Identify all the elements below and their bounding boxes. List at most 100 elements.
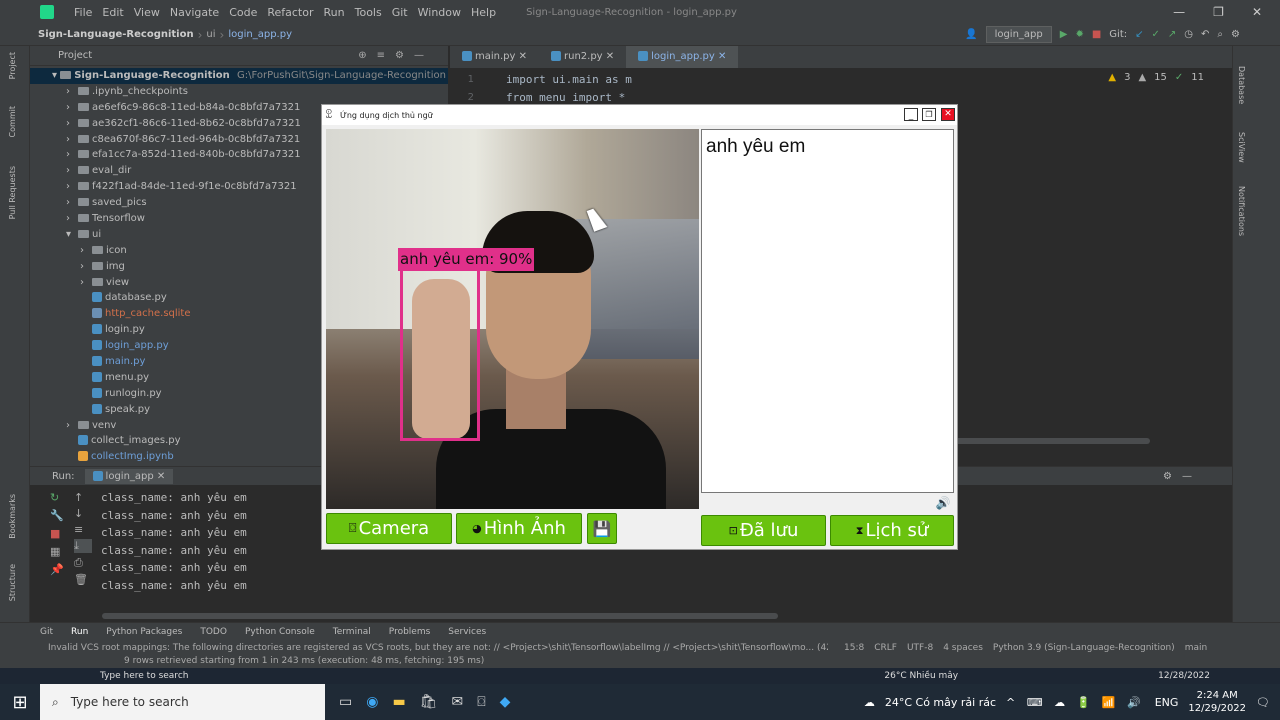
chevron-icon[interactable]: › (66, 147, 78, 163)
rerun-icon[interactable]: ↻ (50, 491, 70, 504)
weather-text[interactable]: 24°C Có mây rải rác (885, 696, 996, 709)
vscode-icon[interactable]: ◆ (500, 694, 511, 710)
chevron-icon[interactable]: › (66, 418, 78, 434)
status-item[interactable]: 4 spaces (943, 643, 983, 653)
git-push-icon[interactable]: ↗ (1168, 29, 1176, 40)
print-icon[interactable]: ⎙ (74, 556, 92, 570)
clock[interactable]: 2:24 AM 12/29/2022 (1188, 689, 1246, 715)
app-maximize-icon[interactable]: ❐ (922, 108, 936, 121)
chevron-icon[interactable]: › (66, 179, 78, 195)
search-icon[interactable]: ⌕ (1217, 29, 1223, 40)
wrench-icon[interactable]: 🔧 (50, 509, 70, 522)
history-button[interactable]: ⧗ Lịch sử (830, 515, 954, 546)
tab-main-py[interactable]: main.py ✕ (450, 46, 539, 68)
strip-tab-structure[interactable]: Structure (8, 564, 17, 601)
tool-window-run[interactable]: Run (71, 627, 88, 637)
console-output[interactable]: class_name: anh yêu em class_name: anh yê… (101, 489, 247, 595)
user-icon[interactable]: 👤 (965, 29, 977, 40)
status-item[interactable]: CRLF (874, 643, 897, 653)
result-textbox[interactable]: anh yêu em (701, 129, 954, 493)
tool-window-services[interactable]: Services (448, 627, 486, 637)
windows-start-icon[interactable]: ⊞ (0, 684, 40, 720)
chevron-icon[interactable]: › (66, 100, 78, 116)
tool-window-problems[interactable]: Problems (389, 627, 430, 637)
maximize-icon[interactable]: ❐ (1213, 5, 1224, 19)
settings-icon[interactable]: ⚙ (1231, 29, 1240, 40)
chevron-icon[interactable]: › (66, 163, 78, 179)
chevron-icon[interactable]: ▾ (66, 227, 78, 243)
menu-item-view[interactable]: View (134, 6, 160, 19)
run-settings-icon[interactable]: ⚙— (1163, 471, 1202, 482)
tool-window-git[interactable]: Git (40, 627, 53, 637)
tree-item[interactable]: › .ipynb_checkpoints (30, 84, 448, 100)
status-item[interactable]: Python 3.9 (Sign-Language-Recognition) (993, 643, 1175, 653)
saved-button[interactable]: ⊡ Đã lưu (701, 515, 826, 546)
run-tab[interactable]: login_app ✕ (84, 468, 174, 484)
chevron-icon[interactable]: › (80, 259, 92, 275)
tree-root[interactable]: ▾ Sign-Language-Recognition G:\ForPushGi… (30, 68, 448, 84)
edge-icon[interactable]: ◉ (366, 694, 378, 710)
strip-tab-bookmarks[interactable]: Bookmarks (8, 494, 17, 539)
status-item[interactable]: 15:8 (844, 643, 864, 653)
camera-button[interactable]: ⌼ Camera (326, 513, 452, 544)
menu-item-run[interactable]: Run (324, 6, 345, 19)
chevron-icon[interactable]: › (66, 211, 78, 227)
close-icon[interactable]: ✕ (1252, 5, 1262, 19)
soft-wrap-icon[interactable]: ≡ (74, 523, 92, 536)
app-close-icon[interactable]: ✕ (941, 108, 955, 121)
breadcrumb-file[interactable]: login_app.py (228, 29, 292, 40)
chevron-icon[interactable]: › (80, 243, 92, 259)
breadcrumb-ui[interactable]: ui (206, 29, 215, 40)
chevron-icon[interactable]: › (66, 132, 78, 148)
strip-tab-notifications[interactable]: Notifications (1237, 186, 1246, 236)
run-config-select[interactable]: login_app (985, 26, 1052, 43)
image-button[interactable]: ◕ Hình Ảnh (456, 513, 582, 544)
menu-item-navigate[interactable]: Navigate (170, 6, 219, 19)
stop-icon[interactable]: ■ (1092, 29, 1101, 40)
mail-icon[interactable]: ✉ (451, 694, 463, 710)
notifications-icon[interactable]: 🗨 (1256, 696, 1270, 709)
status-item[interactable]: main (1185, 643, 1208, 653)
menu-item-edit[interactable]: Edit (102, 6, 123, 19)
inspection-widget[interactable]: ▲ 3 ▲ 15 ✓ 11 (1108, 72, 1204, 83)
rollback-icon[interactable]: ↶ (1201, 29, 1209, 40)
menu-item-refactor[interactable]: Refactor (267, 6, 313, 19)
trash-icon[interactable]: 🗑 (74, 573, 92, 586)
console-scrollbar[interactable] (102, 613, 778, 619)
chevron-icon[interactable]: › (66, 84, 78, 100)
tool-window-python-packages[interactable]: Python Packages (106, 627, 182, 637)
scroll-end-icon[interactable]: ⤓ (74, 539, 92, 553)
menu-item-git[interactable]: Git (392, 6, 408, 19)
chevron-icon[interactable]: › (66, 195, 78, 211)
chevron-icon[interactable]: › (66, 116, 78, 132)
layout-icon[interactable]: ▦ (50, 545, 70, 558)
status-item[interactable]: UTF-8 (907, 643, 933, 653)
weather-icon[interactable]: ☁ (864, 696, 875, 709)
taskbar-search-box[interactable]: ⌕ Type here to search (40, 684, 325, 720)
strip-tab-sciview[interactable]: SciView (1237, 132, 1246, 163)
menu-item-file[interactable]: File (74, 6, 92, 19)
menu-item-window[interactable]: Window (418, 6, 461, 19)
strip-tab-commit[interactable]: Commit (8, 106, 17, 137)
camera-app-icon[interactable]: ⌼ (477, 694, 485, 710)
pin-icon[interactable]: 📌 (50, 563, 70, 576)
save-button[interactable]: 💾 (587, 513, 617, 544)
store-icon[interactable]: 🛍 (420, 694, 438, 710)
git-commit-icon[interactable]: ✓ (1152, 29, 1160, 40)
debug-icon[interactable]: ✹ (1075, 29, 1083, 40)
project-label[interactable]: Project (58, 50, 92, 61)
minimize-icon[interactable]: — (1173, 5, 1185, 19)
task-view-icon[interactable]: ▭ (339, 694, 352, 710)
tool-window-terminal[interactable]: Terminal (333, 627, 371, 637)
history-icon[interactable]: ◷ (1184, 29, 1193, 40)
status-message[interactable]: Invalid VCS root mappings: The following… (48, 643, 828, 653)
menu-item-code[interactable]: Code (229, 6, 257, 19)
tab-login-app-py[interactable]: login_app.py ✕ (626, 46, 739, 68)
git-update-icon[interactable]: ↙ (1135, 29, 1143, 40)
strip-tab-project[interactable]: Project (8, 52, 17, 79)
strip-tab-database[interactable]: Database (1237, 66, 1246, 104)
speaker-icon[interactable]: 🔊 (934, 496, 952, 512)
breadcrumb-root[interactable]: Sign-Language-Recognition (38, 29, 194, 40)
file-explorer-icon[interactable]: ▬ (392, 694, 405, 710)
tool-window-python-console[interactable]: Python Console (245, 627, 315, 637)
